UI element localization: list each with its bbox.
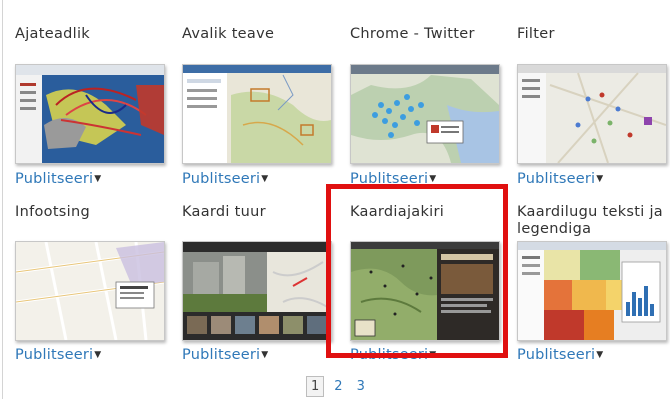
- template-title: Ajateadlik: [15, 26, 90, 42]
- publish-dropdown[interactable]: Publitseeri▼: [350, 171, 436, 187]
- template-thumbnail[interactable]: [517, 241, 667, 341]
- template-title: Avalik teave: [182, 26, 275, 42]
- template-tile-avalik-teave: Avalik teave Publitseeri▼: [182, 26, 334, 187]
- template-title: Kaardiajakiri: [350, 204, 445, 220]
- publish-dropdown[interactable]: Publitseeri▼: [350, 347, 436, 363]
- template-thumbnail[interactable]: [517, 64, 667, 164]
- template-title: Kaardi tuur: [182, 204, 266, 220]
- template-tile-filter: Filter Publitseeri▼: [517, 26, 669, 187]
- template-thumbnail[interactable]: [350, 241, 500, 341]
- template-tile-kaardilugu-teksti-ja-legendiga: Kaardilugu teksti ja legendiga Publitsee…: [517, 204, 669, 363]
- template-thumbnail[interactable]: [350, 64, 500, 164]
- caret-down-icon: ▼: [596, 174, 604, 184]
- caret-down-icon: ▼: [94, 174, 102, 184]
- template-tile-infootsing: Infootsing Publitseeri▼: [15, 204, 167, 363]
- template-thumbnail[interactable]: [182, 64, 332, 164]
- publish-dropdown[interactable]: Publitseeri▼: [517, 171, 603, 187]
- pagination: 1 2 3: [306, 376, 379, 397]
- template-title: Kaardilugu teksti ja legendiga: [517, 204, 663, 237]
- publish-dropdown[interactable]: Publitseeri▼: [15, 171, 101, 187]
- template-tile-chrome-twitter: Chrome - Twitter Publitseeri▼: [350, 26, 502, 187]
- publish-dropdown[interactable]: Publitseeri▼: [517, 347, 603, 363]
- left-divider: [2, 0, 3, 399]
- publish-dropdown[interactable]: Publitseeri▼: [182, 347, 268, 363]
- template-title: Filter: [517, 26, 555, 42]
- publish-dropdown[interactable]: Publitseeri▼: [182, 171, 268, 187]
- template-title: Infootsing: [15, 204, 90, 220]
- caret-down-icon: ▼: [596, 350, 604, 360]
- caret-down-icon: ▼: [261, 350, 269, 360]
- page-2-link[interactable]: 2: [334, 379, 342, 394]
- publish-dropdown[interactable]: Publitseeri▼: [15, 347, 101, 363]
- template-thumbnail[interactable]: [15, 241, 165, 341]
- caret-down-icon: ▼: [429, 350, 437, 360]
- template-thumbnail[interactable]: [15, 64, 165, 164]
- page-3-link[interactable]: 3: [357, 379, 365, 394]
- caret-down-icon: ▼: [94, 350, 102, 360]
- template-tile-kaardi-tuur: Kaardi tuur Publitseeri▼: [182, 204, 334, 363]
- caret-down-icon: ▼: [429, 174, 437, 184]
- template-thumbnail[interactable]: [182, 241, 332, 341]
- page-1-current[interactable]: 1: [306, 376, 325, 397]
- template-tile-kaardiajakiri: Kaardiajakiri Publitseeri▼: [350, 204, 502, 363]
- template-tile-ajateadlik: Ajateadlik Publitseeri▼: [15, 26, 167, 187]
- template-title: Chrome - Twitter: [350, 26, 475, 42]
- caret-down-icon: ▼: [261, 174, 269, 184]
